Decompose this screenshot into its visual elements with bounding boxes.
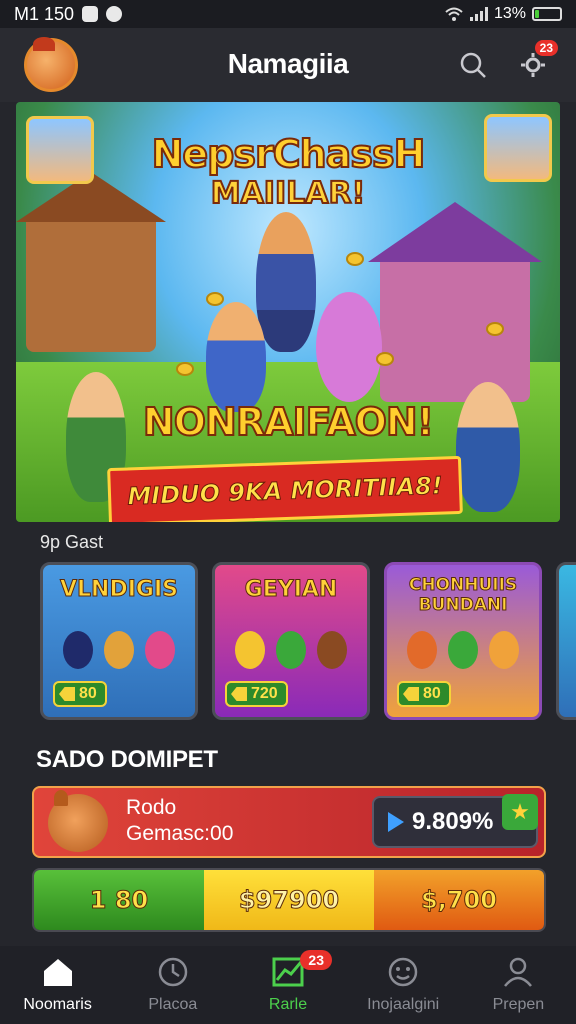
banner-ribbon[interactable]: MIDUO 9KA MORITIIA8!	[107, 455, 463, 522]
banner-headline: NONRAIFAON!	[142, 399, 435, 445]
cat-icon	[406, 631, 437, 669]
pirate-character	[206, 302, 266, 412]
signal-icon	[469, 7, 488, 21]
app-notification-icon	[82, 6, 99, 22]
hero-banner[interactable]: NepsrChassH MAIILAR! NONRAIFAON! MIDUO 9…	[16, 102, 560, 522]
battery-percent: 13%	[493, 5, 526, 22]
nav-item-chart[interactable]: Rarle 23	[230, 946, 345, 1024]
game-card-list: VLNDIGIS 80 GEYIAN 720 CHONHUIIS BUNDANI	[0, 558, 576, 726]
monster-icon	[62, 631, 93, 669]
banner-title: NepsrChassH	[151, 131, 427, 177]
notifications-button[interactable]: 23	[514, 40, 558, 84]
monster-icon	[103, 631, 134, 669]
section-label: 9p Gast	[40, 532, 104, 552]
game-card[interactable]: CHONHUIIS BUNDANI 80	[384, 562, 542, 720]
hero-character	[256, 212, 316, 352]
battery-icon	[532, 7, 562, 21]
game-card-art	[229, 615, 353, 685]
game-card-art	[401, 615, 525, 685]
user-icon	[504, 957, 533, 987]
shield-icon	[106, 6, 123, 22]
price-value: 720	[251, 685, 278, 702]
search-button[interactable]	[454, 46, 492, 84]
game-card[interactable]: VLNDIGIS 80	[40, 562, 198, 720]
status-bar: M1 150 13%	[0, 0, 576, 28]
clock-icon	[158, 957, 188, 987]
nav-badge: 23	[300, 950, 332, 970]
favorite-button[interactable]: ★	[502, 794, 538, 830]
star-icon: ★	[510, 799, 530, 824]
coin-icon	[206, 292, 224, 306]
game-card-price[interactable]: 720	[225, 681, 288, 707]
nav-label: Placoa	[148, 996, 198, 1013]
pet-avatar	[48, 790, 108, 852]
game-card-price[interactable]: 80	[397, 681, 451, 707]
wallet-name: Rodo	[126, 796, 177, 819]
balance-segment[interactable]: $97900	[204, 870, 374, 930]
wallet-heading: SADO DOMIPET	[36, 746, 218, 773]
monster-icon	[275, 631, 306, 669]
game-card-price[interactable]: 80	[53, 681, 107, 707]
bear-character	[316, 292, 382, 402]
nav-item-clock[interactable]: Placoa	[115, 946, 230, 1024]
nav-label: Inojaalgini	[367, 996, 440, 1013]
balance-bar: 1 80 $97900 $,700	[32, 868, 546, 932]
play-icon	[388, 812, 404, 832]
game-card-title: CHONHUIIS BUNDANI	[408, 575, 518, 616]
status-time: M1 150	[14, 3, 75, 24]
nav-label: Prepen	[492, 996, 545, 1013]
game-card-art	[57, 615, 181, 685]
coin-icon	[176, 362, 194, 376]
bear-icon	[317, 631, 348, 669]
price-value: 80	[79, 685, 97, 702]
notification-badge: 23	[534, 40, 558, 56]
house-illustration	[368, 202, 542, 402]
coin-pile-icon	[234, 631, 265, 669]
monster-icon	[145, 631, 176, 669]
coin-icon	[486, 322, 504, 336]
game-card[interactable]: GEYIAN 720	[212, 562, 370, 720]
bottom-nav: Noomaris Placoa Rarle 23 Inojaalgini Pre…	[0, 946, 576, 1024]
coin-icon	[346, 252, 364, 266]
smile-icon	[388, 957, 418, 987]
game-card-title: GEYIAN	[244, 577, 338, 603]
wallet-card[interactable]: Rodo Gemasc:00 9.809% ★	[32, 786, 546, 858]
treehouse-illustration	[16, 172, 166, 352]
price-tag-icon	[59, 687, 75, 701]
app-header: Namagiia 23	[0, 28, 576, 102]
home-icon	[43, 959, 72, 986]
wallet-value: 9.809%	[412, 808, 494, 835]
balance-segment[interactable]: $,700	[374, 870, 544, 930]
coin-icon	[376, 352, 394, 366]
monster-icon	[447, 631, 478, 669]
nav-label: Rarle	[268, 996, 308, 1013]
banner-subtitle: MAIILAR!	[210, 175, 367, 212]
nav-item-smile[interactable]: Inojaalgini	[346, 946, 461, 1024]
bear-icon	[489, 631, 520, 669]
price-tag-icon	[403, 687, 419, 701]
price-tag-icon	[231, 687, 247, 701]
balance-segment[interactable]: 1 80	[34, 870, 204, 930]
wallet-subtitle: Gemasc:00	[126, 822, 234, 845]
search-icon	[460, 52, 486, 78]
nav-item-profile[interactable]: Prepen	[461, 946, 576, 1024]
game-card-partial[interactable]	[556, 562, 576, 720]
nav-item-home[interactable]: Noomaris	[0, 946, 115, 1024]
price-value: 80	[423, 685, 441, 702]
game-card-title: VLNDIGIS	[60, 577, 179, 603]
wifi-icon	[445, 7, 463, 21]
nav-label: Noomaris	[23, 996, 92, 1013]
